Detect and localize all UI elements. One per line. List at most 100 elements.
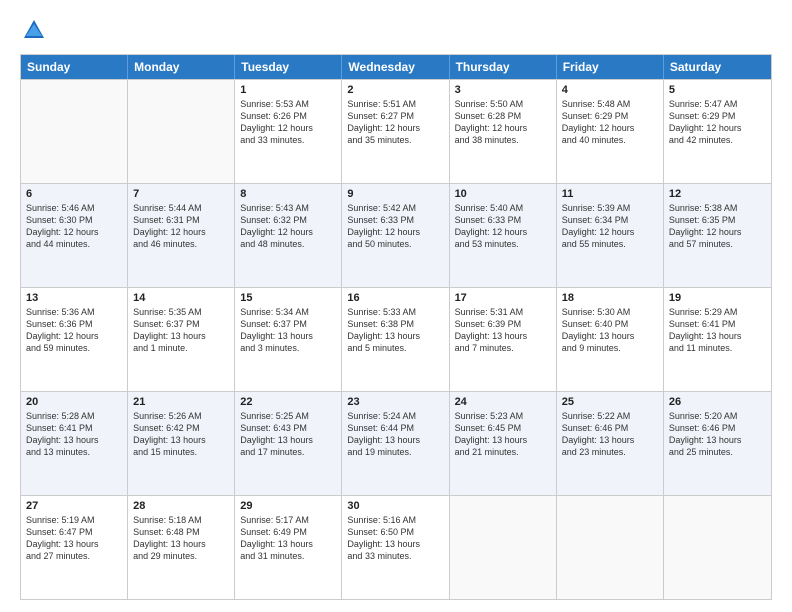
page: SundayMondayTuesdayWednesdayThursdayFrid… (0, 0, 792, 612)
day-number: 7 (133, 188, 229, 200)
cell-line: Sunrise: 5:29 AM (669, 306, 766, 318)
day-number: 3 (455, 84, 551, 96)
cell-line: and 48 minutes. (240, 238, 336, 250)
cell-line: and 15 minutes. (133, 446, 229, 458)
cell-line: Sunset: 6:47 PM (26, 526, 122, 538)
day-cell-5: 5Sunrise: 5:47 AMSunset: 6:29 PMDaylight… (664, 80, 771, 183)
day-header-tuesday: Tuesday (235, 55, 342, 79)
cell-line: Sunrise: 5:22 AM (562, 410, 658, 422)
week-row-4: 20Sunrise: 5:28 AMSunset: 6:41 PMDayligh… (21, 391, 771, 495)
cell-line: Sunrise: 5:28 AM (26, 410, 122, 422)
day-number: 24 (455, 396, 551, 408)
day-number: 27 (26, 500, 122, 512)
day-cell-16: 16Sunrise: 5:33 AMSunset: 6:38 PMDayligh… (342, 288, 449, 391)
cell-line: Daylight: 13 hours (133, 434, 229, 446)
day-number: 11 (562, 188, 658, 200)
cell-line: and 9 minutes. (562, 342, 658, 354)
cell-line: and 33 minutes. (240, 134, 336, 146)
cell-line: Sunset: 6:30 PM (26, 214, 122, 226)
cell-line: Sunset: 6:35 PM (669, 214, 766, 226)
cell-line: Sunrise: 5:38 AM (669, 202, 766, 214)
day-cell-3: 3Sunrise: 5:50 AMSunset: 6:28 PMDaylight… (450, 80, 557, 183)
cell-line: Sunset: 6:29 PM (669, 110, 766, 122)
cell-line: Daylight: 12 hours (455, 226, 551, 238)
cell-line: Sunrise: 5:53 AM (240, 98, 336, 110)
cell-line: Sunset: 6:38 PM (347, 318, 443, 330)
cell-line: and 13 minutes. (26, 446, 122, 458)
cell-line: Daylight: 12 hours (26, 226, 122, 238)
cell-line: and 55 minutes. (562, 238, 658, 250)
day-cell-26: 26Sunrise: 5:20 AMSunset: 6:46 PMDayligh… (664, 392, 771, 495)
cell-line: and 21 minutes. (455, 446, 551, 458)
cell-line: Sunrise: 5:33 AM (347, 306, 443, 318)
cell-line: Sunset: 6:46 PM (562, 422, 658, 434)
cell-line: and 44 minutes. (26, 238, 122, 250)
cell-line: Daylight: 12 hours (26, 330, 122, 342)
cell-line: Sunrise: 5:20 AM (669, 410, 766, 422)
cell-line: and 38 minutes. (455, 134, 551, 146)
day-header-saturday: Saturday (664, 55, 771, 79)
day-cell-24: 24Sunrise: 5:23 AMSunset: 6:45 PMDayligh… (450, 392, 557, 495)
day-cell-17: 17Sunrise: 5:31 AMSunset: 6:39 PMDayligh… (450, 288, 557, 391)
day-number: 16 (347, 292, 443, 304)
cell-line: Sunrise: 5:26 AM (133, 410, 229, 422)
day-number: 18 (562, 292, 658, 304)
day-cell-2: 2Sunrise: 5:51 AMSunset: 6:27 PMDaylight… (342, 80, 449, 183)
day-number: 10 (455, 188, 551, 200)
cell-line: and 59 minutes. (26, 342, 122, 354)
cell-line: and 3 minutes. (240, 342, 336, 354)
cell-line: and 1 minute. (133, 342, 229, 354)
day-number: 13 (26, 292, 122, 304)
empty-cell (557, 496, 664, 599)
cell-line: Sunset: 6:29 PM (562, 110, 658, 122)
cell-line: Sunrise: 5:35 AM (133, 306, 229, 318)
day-number: 17 (455, 292, 551, 304)
day-number: 28 (133, 500, 229, 512)
cell-line: Sunrise: 5:36 AM (26, 306, 122, 318)
cell-line: Sunrise: 5:31 AM (455, 306, 551, 318)
cell-line: Sunrise: 5:42 AM (347, 202, 443, 214)
cell-line: Sunrise: 5:39 AM (562, 202, 658, 214)
day-cell-23: 23Sunrise: 5:24 AMSunset: 6:44 PMDayligh… (342, 392, 449, 495)
day-number: 19 (669, 292, 766, 304)
cell-line: and 11 minutes. (669, 342, 766, 354)
empty-cell (664, 496, 771, 599)
cell-line: Daylight: 13 hours (240, 434, 336, 446)
cell-line: and 46 minutes. (133, 238, 229, 250)
cell-line: and 7 minutes. (455, 342, 551, 354)
day-number: 20 (26, 396, 122, 408)
cell-line: Daylight: 13 hours (669, 330, 766, 342)
cell-line: Sunset: 6:44 PM (347, 422, 443, 434)
cell-line: Daylight: 13 hours (133, 330, 229, 342)
day-number: 4 (562, 84, 658, 96)
week-row-3: 13Sunrise: 5:36 AMSunset: 6:36 PMDayligh… (21, 287, 771, 391)
cell-line: and 42 minutes. (669, 134, 766, 146)
cell-line: and 40 minutes. (562, 134, 658, 146)
week-row-1: 1Sunrise: 5:53 AMSunset: 6:26 PMDaylight… (21, 79, 771, 183)
cell-line: Sunset: 6:40 PM (562, 318, 658, 330)
day-cell-12: 12 Sunrise: 5:38 AMSunset: 6:35 PMDayligh… (664, 184, 771, 287)
day-header-monday: Monday (128, 55, 235, 79)
cell-line: Daylight: 13 hours (455, 434, 551, 446)
cell-line: Sunrise: 5:51 AM (347, 98, 443, 110)
day-number: 23 (347, 396, 443, 408)
day-cell-18: 18Sunrise: 5:30 AMSunset: 6:40 PMDayligh… (557, 288, 664, 391)
cell-line: Daylight: 12 hours (669, 226, 766, 238)
day-cell-13: 13Sunrise: 5:36 AMSunset: 6:36 PMDayligh… (21, 288, 128, 391)
cell-line: and 57 minutes. (669, 238, 766, 250)
cell-line: Daylight: 12 hours (133, 226, 229, 238)
week-row-5: 27Sunrise: 5:19 AMSunset: 6:47 PMDayligh… (21, 495, 771, 599)
cell-line: Sunset: 6:46 PM (669, 422, 766, 434)
day-number: 12 (669, 188, 766, 200)
day-cell-28: 28Sunrise: 5:18 AMSunset: 6:48 PMDayligh… (128, 496, 235, 599)
day-number: 5 (669, 84, 766, 96)
cell-line: Sunset: 6:28 PM (455, 110, 551, 122)
cell-line: Daylight: 13 hours (347, 434, 443, 446)
cell-line: Daylight: 12 hours (562, 122, 658, 134)
cell-line: Sunset: 6:32 PM (240, 214, 336, 226)
cell-line: Sunrise: 5:48 AM (562, 98, 658, 110)
cell-line: Sunset: 6:50 PM (347, 526, 443, 538)
day-number: 6 (26, 188, 122, 200)
day-cell-19: 19Sunrise: 5:29 AMSunset: 6:41 PMDayligh… (664, 288, 771, 391)
week-row-2: 6Sunrise: 5:46 AMSunset: 6:30 PMDaylight… (21, 183, 771, 287)
